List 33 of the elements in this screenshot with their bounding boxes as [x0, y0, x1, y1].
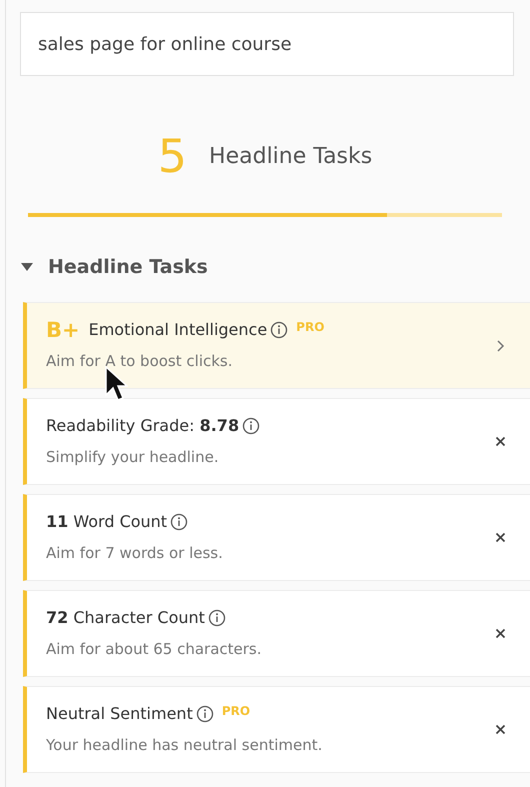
summary-label: Headline Tasks — [209, 142, 372, 170]
task-card[interactable]: 72 Character Count Aim for about 65 characters. — [23, 590, 530, 677]
chevron-right-icon[interactable] — [496, 338, 506, 352]
task-title: 11 Word Count — [46, 511, 168, 534]
close-icon[interactable] — [495, 436, 506, 447]
task-card[interactable]: Readability Grade: 8.78 Simplify your headline. — [23, 398, 530, 485]
info-icon[interactable] — [242, 417, 260, 436]
info-icon[interactable] — [208, 609, 226, 628]
info-icon[interactable] — [170, 513, 188, 532]
pro-label: PRO — [222, 703, 250, 720]
task-hint: Aim for A to boost clicks. — [46, 351, 234, 372]
task-card[interactable]: 11 Word Count Aim for 7 words or less. — [23, 494, 530, 581]
task-title: Neutral Sentiment — [46, 703, 193, 726]
task-count: 5 — [158, 133, 188, 179]
section-title: Headline Tasks — [48, 254, 208, 280]
task-hint: Aim for about 65 characters. — [46, 639, 263, 660]
info-icon[interactable] — [196, 705, 214, 724]
task-card[interactable]: Neutral Sentiment PRO Your headline has neutral sentiment. — [23, 686, 530, 773]
grade-label: B+ — [46, 320, 80, 341]
pro-label: PRO — [296, 319, 324, 336]
task-title: Readability Grade: 8.78 — [46, 415, 240, 438]
task-title: 72 Character Count — [46, 607, 205, 630]
search-field[interactable]: sales page for online course — [20, 12, 514, 76]
task-title: Emotional Intelligence — [88, 319, 268, 342]
expand-triangle-icon[interactable] — [20, 262, 34, 272]
task-hint: Aim for 7 words or less. — [46, 543, 224, 564]
task-card[interactable]: B+ Emotional Intelligence PRO Aim for A to boost clicks. — [23, 302, 530, 389]
info-icon[interactable] — [270, 321, 288, 340]
close-icon[interactable] — [495, 628, 506, 639]
close-icon[interactable] — [495, 532, 506, 543]
task-hint: Simplify your headline. — [46, 447, 220, 468]
task-hint: Your headline has neutral sentiment. — [46, 735, 324, 756]
close-icon[interactable] — [495, 724, 506, 735]
